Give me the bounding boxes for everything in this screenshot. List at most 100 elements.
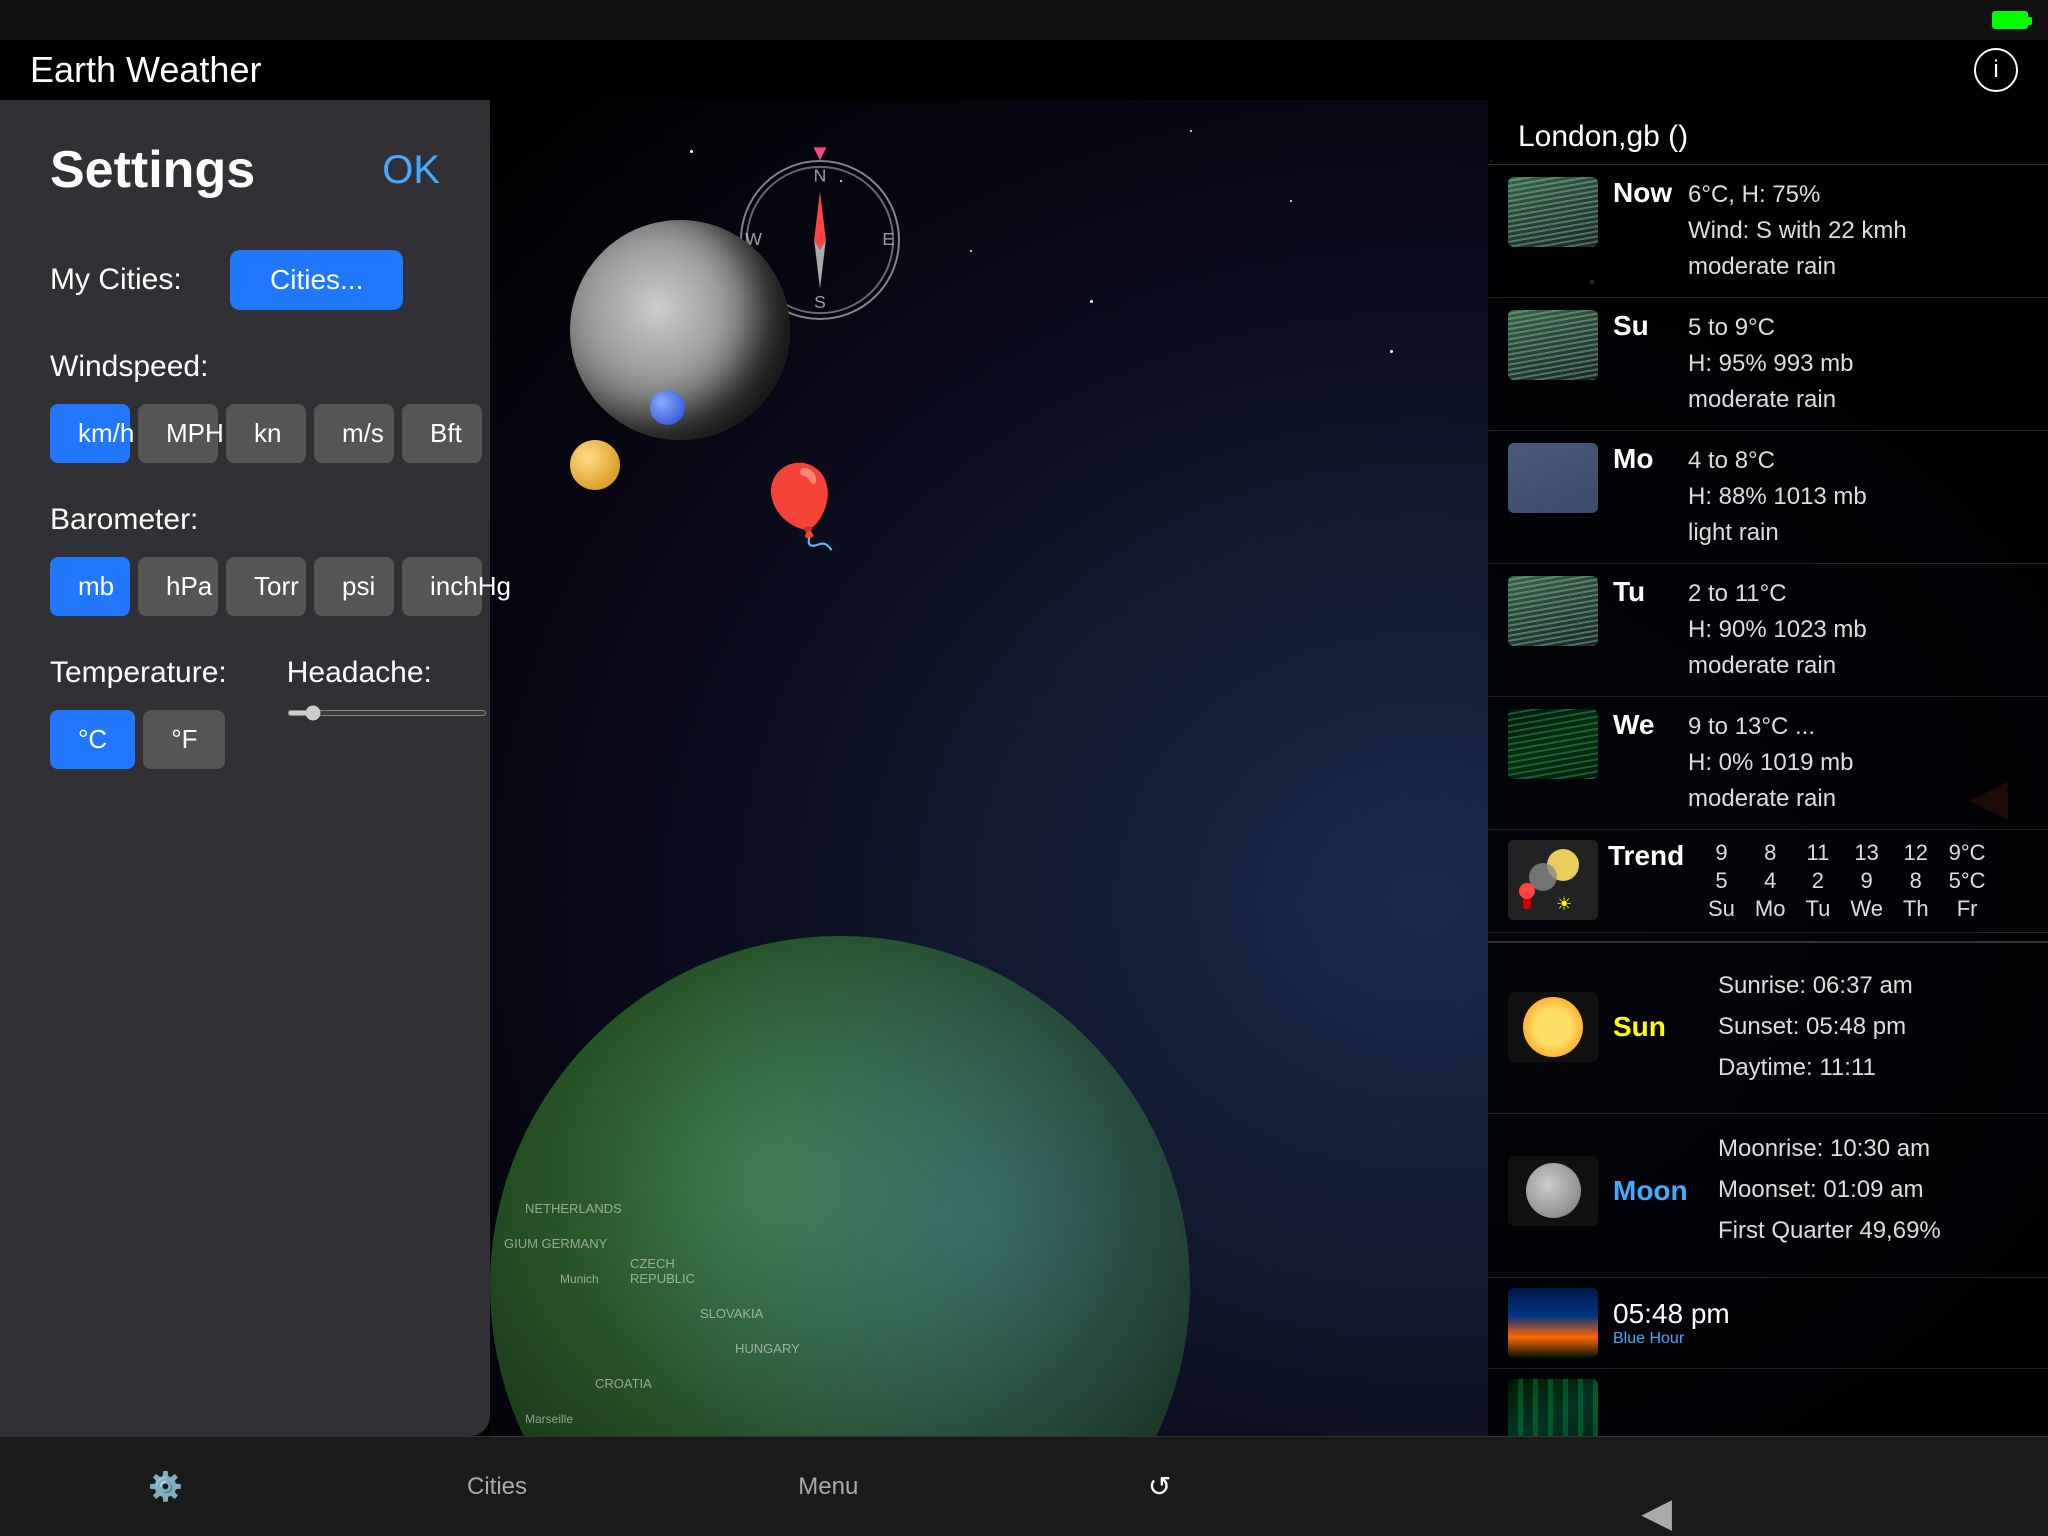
weather-panel: London,gb () Now 6°C, H: 75% Wind: S wit…	[1488, 100, 2048, 1436]
weather-thumb-su	[1508, 310, 1598, 380]
trend-th-low: 8	[1910, 868, 1922, 894]
temp-fahrenheit[interactable]: °F	[143, 710, 225, 769]
weather-details-su: 5 to 9°C H: 95% 993 mb moderate rain	[1688, 310, 2028, 418]
trend-col-mo: 8 4 Mo	[1755, 840, 1786, 922]
mo-temp: 4 to 8°C	[1688, 443, 2028, 479]
cities-button[interactable]: Cities...	[230, 250, 403, 310]
weather-details-tu: 2 to 11°C H: 90% 1023 mb moderate rain	[1688, 576, 2028, 684]
earth-globe: NETHERLANDS GIUM GERMANY CZECHREPUBLIC S…	[490, 936, 1190, 1436]
daytime: Daytime: 11:11	[1718, 1048, 1913, 1089]
svg-text:E: E	[882, 229, 894, 249]
we-humid: H: 0% 1019 mb	[1688, 745, 2028, 781]
trend-mo-low: 4	[1764, 868, 1776, 894]
temp-headache-row: Temperature: °C °F Headache:	[50, 656, 440, 809]
moonrise: Moonrise: 10:30 am	[1718, 1129, 1941, 1170]
now-wind: Wind: S with 22 kmh	[1688, 213, 2028, 249]
weather-day-tu: Tu	[1613, 576, 1673, 608]
trend-icon: ☀	[1508, 840, 1598, 920]
headache-slider[interactable]	[287, 710, 487, 716]
windspeed-bft[interactable]: Bft	[402, 404, 482, 463]
weather-details-mo: 4 to 8°C H: 88% 1013 mb light rain	[1688, 443, 2028, 551]
trend-we-low: 9	[1861, 868, 1873, 894]
trend-col-th: 12 8 Th	[1903, 840, 1929, 922]
weather-thumb-now	[1508, 177, 1598, 247]
su-condition: moderate rain	[1688, 382, 2028, 418]
trend-col-su: 9 5 Su	[1708, 840, 1735, 922]
barometer-label: Barometer:	[50, 503, 440, 537]
trend-col-tu: 11 2 Tu	[1805, 840, 1830, 922]
now-condition: moderate rain	[1688, 249, 2028, 285]
weather-day-now: Now	[1613, 177, 1673, 209]
moon-phase: First Quarter 49,69%	[1718, 1211, 1941, 1252]
su-humid: H: 95% 993 mb	[1688, 346, 2028, 382]
svg-text:N: N	[814, 166, 827, 186]
barometer-mb[interactable]: mb	[50, 557, 130, 616]
sun-icon	[1508, 992, 1598, 1062]
trend-su-low: 5	[1715, 868, 1727, 894]
star	[970, 250, 972, 252]
tab-gear[interactable]: ⚙️	[0, 1437, 331, 1536]
windspeed-label: Windspeed:	[50, 350, 440, 384]
weather-row-we: We 9 to 13°C ... H: 0% 1019 mb moderate …	[1488, 697, 2048, 830]
trend-col-fr: 9°C 5°C Fr	[1949, 840, 1986, 922]
weather-day-we: We	[1613, 709, 1673, 741]
tu-humid: H: 90% 1023 mb	[1688, 612, 2028, 648]
we-temp: 9 to 13°C ...	[1688, 709, 2028, 745]
blue-hour-thumb	[1508, 1288, 1598, 1358]
sun-info: Sunrise: 06:37 am Sunset: 05:48 pm Dayti…	[1718, 966, 1913, 1088]
trend-fr-low: 5°C	[1949, 868, 1986, 894]
trend-we-high: 13	[1854, 840, 1878, 866]
trend-col-we: 13 9 We	[1850, 840, 1883, 922]
trend-mo-high: 8	[1764, 840, 1776, 866]
sunset: Sunset: 05:48 pm	[1718, 1007, 1913, 1048]
tab-menu[interactable]: Menu	[663, 1437, 994, 1536]
weather-details-now: 6°C, H: 75% Wind: S with 22 kmh moderate…	[1688, 177, 2028, 285]
barometer-torr[interactable]: Torr	[226, 557, 306, 616]
star	[1290, 200, 1292, 202]
trend-row: ☀ Trend 9 5 Su 8 4 Mo 11 2 Tu 13 9	[1488, 830, 2048, 933]
headache-section: Headache:	[287, 656, 487, 716]
ok-button[interactable]: OK	[382, 148, 440, 193]
moon-icon	[1508, 1156, 1598, 1226]
trend-data: 9 5 Su 8 4 Mo 11 2 Tu 13 9 We 12 8	[1708, 840, 1986, 922]
trend-tu-low: 2	[1812, 868, 1824, 894]
weather-day-mo: Mo	[1613, 443, 1673, 475]
mo-humid: H: 88% 1013 mb	[1688, 479, 2028, 515]
headache-slider-container	[287, 710, 487, 716]
hot-air-balloon: 🎈	[750, 460, 850, 554]
trend-th-high: 12	[1904, 840, 1928, 866]
now-temp: 6°C, H: 75%	[1688, 177, 2028, 213]
star	[690, 150, 693, 153]
moon-row: Moon Moonrise: 10:30 am Moonset: 01:09 a…	[1508, 1129, 2028, 1251]
weather-row-now: Now 6°C, H: 75% Wind: S with 22 kmh mode…	[1488, 165, 2048, 298]
temperature-section: Temperature: °C °F	[50, 656, 227, 809]
sunrise: Sunrise: 06:37 am	[1718, 966, 1913, 1007]
windspeed-mph[interactable]: MPH	[138, 404, 218, 463]
settings-title: Settings	[50, 140, 255, 200]
back-triangle-icon: ◀	[1641, 1490, 1672, 1536]
blue-hour-time: 05:48 pm	[1613, 1298, 1730, 1330]
tu-temp: 2 to 11°C	[1688, 576, 2028, 612]
gold-planet	[570, 440, 620, 490]
tab-back[interactable]: ◀	[1325, 1437, 2048, 1536]
temperature-label: Temperature:	[50, 656, 227, 690]
windspeed-kn[interactable]: kn	[226, 404, 306, 463]
windspeed-ms[interactable]: m/s	[314, 404, 394, 463]
weather-row-su: Su 5 to 9°C H: 95% 993 mb moderate rain	[1488, 298, 2048, 431]
star	[1390, 350, 1393, 353]
star	[1190, 130, 1192, 132]
barometer-inchhg[interactable]: inchHg	[402, 557, 482, 616]
barometer-hpa[interactable]: hPa	[138, 557, 218, 616]
windspeed-options: km/h MPH kn m/s Bft	[50, 404, 440, 463]
trend-fr-day: Fr	[1957, 896, 1978, 922]
tab-refresh[interactable]: ↺	[994, 1437, 1325, 1536]
temp-celsius[interactable]: °C	[50, 710, 135, 769]
divider	[1488, 941, 2048, 943]
barometer-psi[interactable]: psi	[314, 557, 394, 616]
windspeed-kmh[interactable]: km/h	[50, 404, 130, 463]
trend-we-day: We	[1850, 896, 1883, 922]
tab-cities[interactable]: Cities	[331, 1437, 662, 1536]
info-button[interactable]: i	[1974, 48, 2018, 92]
weather-thumb-mo	[1508, 443, 1598, 513]
status-bar	[0, 0, 2048, 40]
